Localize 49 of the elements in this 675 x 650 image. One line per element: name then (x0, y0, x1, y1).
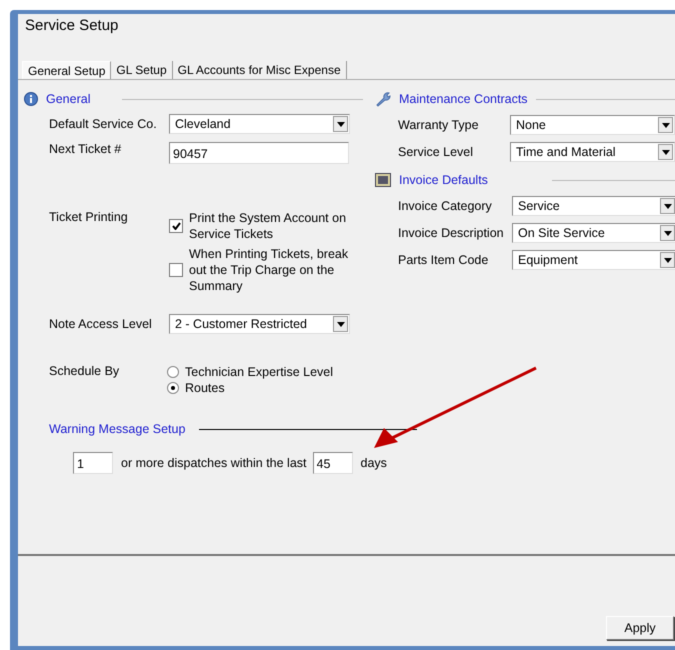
window-title: Service Setup (24, 16, 120, 36)
wrench-icon (375, 91, 391, 107)
field-label: Ticket Printing (49, 210, 129, 224)
input-field[interactable]: 45 (312, 452, 353, 474)
caret-icon (664, 230, 672, 236)
field-label: Service Level (398, 145, 474, 159)
dropdown-field[interactable]: None (510, 115, 675, 135)
section-heading: Invoice Defaults (399, 173, 488, 187)
input-field[interactable]: 90457 (169, 142, 349, 164)
radio-dot (171, 386, 175, 390)
field-label: Parts Item Code (398, 253, 490, 267)
dropdown-field[interactable]: Service (512, 196, 675, 216)
field-label: Next Ticket # (49, 142, 122, 156)
field-label: Invoice Category (398, 199, 493, 213)
radio-button[interactable] (167, 382, 179, 394)
field-label: or more dispatches within the last (121, 455, 307, 471)
dropdown-field[interactable]: On Site Service (512, 223, 675, 243)
field-label: Default Service Co. (49, 117, 158, 131)
caret-icon (662, 122, 670, 128)
field-label: days (360, 455, 387, 471)
caret-icon (662, 150, 670, 154)
input-field[interactable]: 1 (73, 452, 113, 474)
dropdown-field[interactable]: 2 - Customer Restricted (169, 314, 350, 334)
radio-label: Technician Expertise Level (185, 364, 333, 380)
dropdown-field[interactable]: Equipment (512, 250, 675, 270)
caret-icon (336, 122, 344, 126)
checkbox-label: When Printing Tickets, break out the Trip Charge on the Summary (189, 246, 350, 294)
field-label: Schedule By (49, 364, 120, 378)
info-icon (24, 92, 38, 106)
checkbox[interactable] (169, 263, 183, 277)
section-heading: Warning Message Setup (49, 422, 186, 436)
check-icon (172, 222, 180, 230)
field-label: Invoice Description (398, 226, 505, 240)
radio-button[interactable] (167, 366, 179, 378)
caret-icon (664, 204, 672, 208)
checkbox[interactable] (169, 219, 183, 233)
section-heading: General (46, 92, 90, 106)
checkbox-label: Print the System Account on Service Tickets (189, 210, 348, 242)
tab[interactable]: General Setup (22, 61, 112, 79)
apply-button[interactable]: Apply (606, 616, 674, 640)
caret-icon (664, 258, 672, 262)
panel-icon (375, 173, 391, 187)
radio-label: Routes (185, 380, 225, 396)
field-label: Warranty Type (398, 118, 480, 132)
dropdown-field[interactable]: Cleveland (169, 114, 350, 134)
dropdown-field[interactable]: Time and Material (510, 142, 675, 162)
field-label: Note Access Level (49, 317, 153, 331)
caret-icon (336, 322, 344, 326)
section-heading: Maintenance Contracts (399, 92, 528, 106)
